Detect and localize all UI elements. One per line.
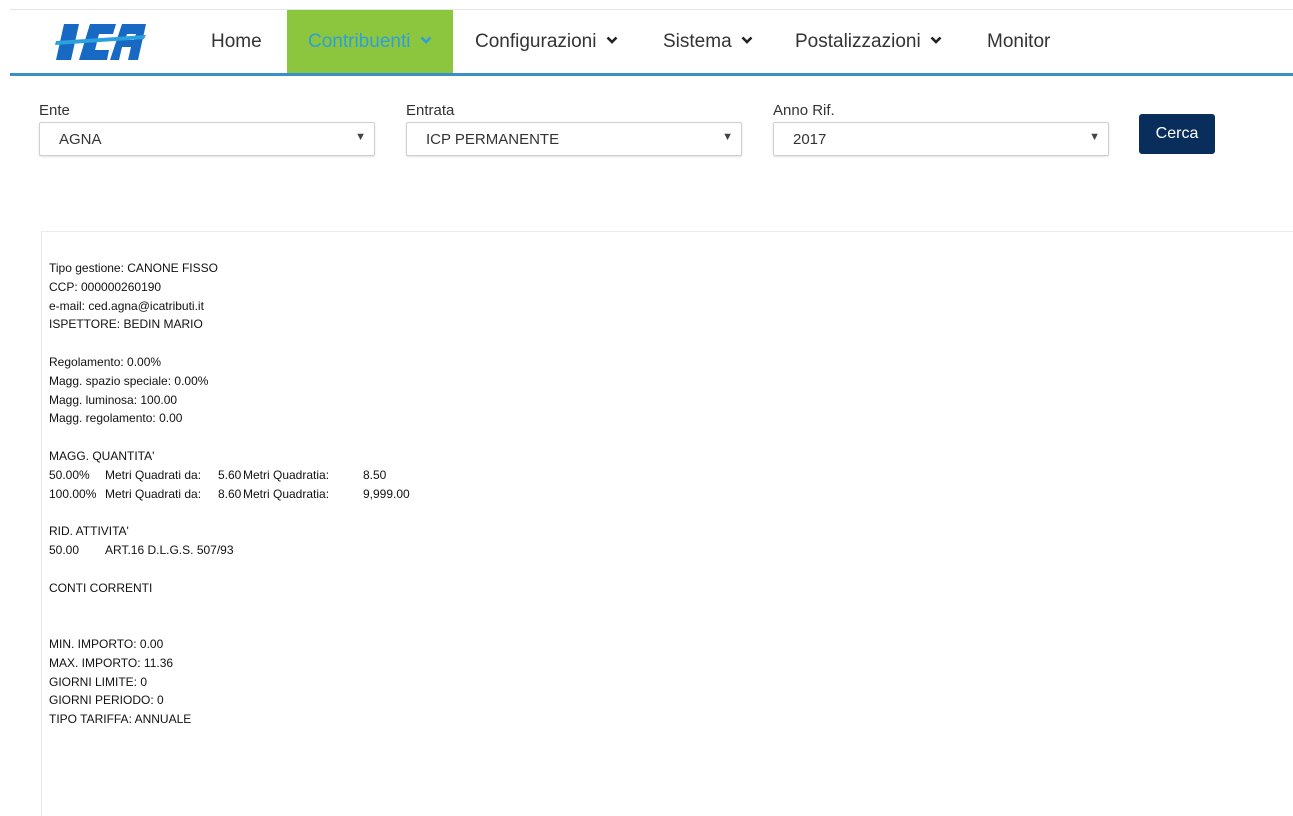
regolamento: Regolamento: 0.00%	[49, 354, 162, 369]
a-label: Metri Quadratia:	[243, 467, 330, 482]
min-importo: MIN. IMPORTO: 0.00	[49, 636, 164, 651]
rid-attivita-row: 50.00 ART.16 D.L.G.S. 507/93	[49, 541, 410, 560]
rid-value: 50.00	[49, 542, 80, 557]
chevron-down-icon	[420, 36, 432, 44]
chevron-down-icon	[741, 36, 753, 44]
conti-correnti: CONTI CORRENTI	[49, 580, 153, 595]
entrata-select[interactable]: ICP PERMANENTE ▼	[406, 122, 742, 156]
ccp: CCP: 000000260190	[49, 279, 162, 294]
dropdown-arrow-icon: ▼	[1089, 131, 1100, 143]
ispettore: ISPETTORE: BEDIN MARIO	[49, 317, 203, 332]
max-importo: MAX. IMPORTO: 11.36	[49, 655, 174, 670]
cerca-button[interactable]: Cerca	[1139, 114, 1215, 154]
perc: 50.00%	[49, 467, 90, 482]
magg-quantita-title: MAGG. QUANTITA'	[49, 448, 155, 463]
nav-configurazioni-label: Configurazioni	[475, 31, 597, 52]
nav-contribuenti-label: Contribuenti	[308, 31, 411, 52]
nav-configurazioni[interactable]: Configurazioni	[475, 10, 618, 73]
da-label: Metri Quadrati da:	[105, 486, 202, 501]
da-label: Metri Quadrati da:	[105, 467, 202, 482]
entrata-label: Entrata	[406, 102, 455, 119]
nav-home-label: Home	[211, 31, 262, 52]
magg-quantita-row: 50.00% Metri Quadrati da: 5.60 Metri Qua…	[49, 466, 410, 485]
entrata-select-value: ICP PERMANENTE	[426, 131, 560, 148]
perc: 100.00%	[49, 486, 97, 501]
ente-select-value: AGNA	[59, 131, 102, 148]
nav-postalizzazioni[interactable]: Postalizzazioni	[795, 10, 942, 73]
a-value: 9,999.00	[363, 486, 410, 501]
magg-quantita-row: 100.00% Metri Quadrati da: 8.60 Metri Qu…	[49, 485, 410, 504]
nav-monitor[interactable]: Monitor	[987, 10, 1050, 73]
anno-select-value: 2017	[793, 131, 827, 148]
nav-contribuenti[interactable]: Contribuenti	[287, 10, 453, 73]
magg-luminosa: Magg. luminosa: 100.00	[49, 392, 178, 407]
dropdown-arrow-icon: ▼	[722, 131, 733, 143]
dropdown-arrow-icon: ▼	[355, 131, 366, 143]
rid-desc: ART.16 D.L.G.S. 507/93	[105, 542, 234, 557]
chevron-down-icon	[606, 36, 618, 44]
navbar: Home Contribuenti Configurazioni Sistema…	[10, 10, 1293, 76]
ica-logo[interactable]	[52, 14, 148, 70]
giorni-limite: GIORNI LIMITE: 0	[49, 674, 148, 689]
details-text: Tipo gestione: CANONE FISSO CCP: 0000002…	[49, 259, 410, 729]
tipo-tariffa: TIPO TARIFFA: ANNUALE	[49, 712, 192, 727]
email: e-mail: ced.agna@icatributi.it	[49, 298, 204, 313]
a-label: Metri Quadratia:	[243, 486, 330, 501]
giorni-periodo: GIORNI PERIODO: 0	[49, 693, 164, 708]
nav-home[interactable]: Home	[211, 10, 262, 73]
chevron-down-icon	[930, 36, 942, 44]
magg-regolamento: Magg. regolamento: 0.00	[49, 411, 183, 426]
anno-select[interactable]: 2017 ▼	[773, 122, 1109, 156]
nav-monitor-label: Monitor	[987, 31, 1051, 52]
ente-label: Ente	[39, 102, 70, 119]
rid-attivita-title: RID. ATTIVITA'	[49, 524, 129, 539]
nav-sistema[interactable]: Sistema	[663, 10, 753, 73]
magg-spazio-speciale: Magg. spazio speciale: 0.00%	[49, 373, 209, 388]
tipo-gestione: Tipo gestione: CANONE FISSO	[49, 261, 218, 275]
da-value: 5.60	[218, 467, 242, 482]
da-value: 8.60	[218, 486, 242, 501]
ente-select[interactable]: AGNA ▼	[39, 122, 375, 156]
a-value: 8.50	[363, 467, 387, 482]
anno-label: Anno Rif.	[773, 102, 835, 119]
nav-sistema-label: Sistema	[663, 31, 732, 52]
nav-postalizzazioni-label: Postalizzazioni	[795, 31, 921, 52]
